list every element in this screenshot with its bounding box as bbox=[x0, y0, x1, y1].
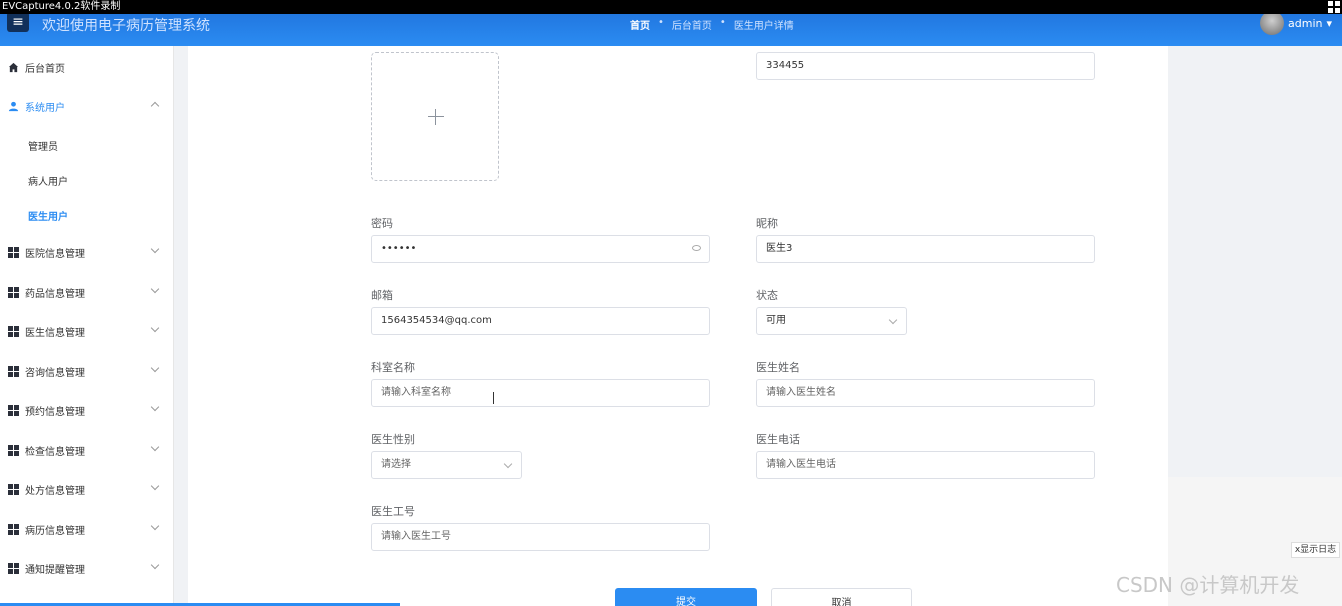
breadcrumb-doctor-detail[interactable]: 医生用户详情 bbox=[734, 17, 794, 32]
submit-button[interactable]: 提交 bbox=[615, 588, 757, 606]
chevron-down-icon bbox=[150, 363, 160, 373]
user-icon bbox=[8, 101, 19, 111]
sidebar-item-appointments[interactable]: 预约信息管理 bbox=[0, 396, 174, 424]
avatar[interactable] bbox=[1260, 11, 1284, 35]
breadcrumb-home[interactable]: 首页 bbox=[630, 17, 650, 32]
sidebar-item-notifications[interactable]: 通知提醒管理 bbox=[0, 554, 174, 582]
user-menu[interactable]: admin ▾ bbox=[1260, 11, 1332, 35]
password-field[interactable]: •••••• bbox=[371, 235, 710, 263]
chevron-down-icon bbox=[150, 442, 160, 452]
email-field[interactable]: 1564354534@qq.com bbox=[371, 307, 710, 335]
job-no-input[interactable]: 请输入医生工号 bbox=[371, 523, 710, 551]
grid-icon bbox=[8, 523, 19, 535]
sidebar-item-consult[interactable]: 咨询信息管理 bbox=[0, 357, 174, 385]
grid-icon bbox=[8, 483, 19, 495]
recorder-label: EVCapture4.0.2软件录制 bbox=[0, 0, 1342, 14]
chevron-down-icon bbox=[888, 315, 898, 325]
breadcrumb: 首页 • 后台首页 • 医生用户详情 bbox=[630, 17, 794, 32]
grid-icon bbox=[8, 325, 19, 337]
grid-icon bbox=[8, 365, 19, 377]
breadcrumb-dashboard[interactable]: 后台首页 bbox=[672, 17, 712, 32]
status-label: 状态 bbox=[756, 289, 778, 302]
eye-icon[interactable] bbox=[692, 245, 701, 251]
sidebar-item-hospital[interactable]: 医院信息管理 bbox=[0, 238, 174, 266]
chevron-down-icon bbox=[150, 560, 160, 570]
dept-input[interactable]: 请输入科室名称 bbox=[371, 379, 710, 407]
csdn-watermark: CSDN @计算机开发 bbox=[1116, 573, 1300, 597]
text-cursor-icon bbox=[493, 392, 499, 404]
password-label: 密码 bbox=[371, 217, 393, 230]
plus-icon bbox=[428, 109, 444, 125]
phone-input[interactable]: 请输入医生电话 bbox=[756, 451, 1095, 479]
gender-label: 医生性别 bbox=[371, 433, 415, 446]
doctor-name-label: 医生姓名 bbox=[756, 361, 800, 374]
menu-toggle-button[interactable]: ≡ bbox=[7, 12, 29, 32]
chevron-down-icon bbox=[150, 402, 160, 412]
sidebar-sub-admin[interactable]: 管理员 bbox=[28, 138, 58, 153]
username-field[interactable]: 334455 bbox=[756, 52, 1095, 80]
sidebar-item-dashboard[interactable]: 后台首页 bbox=[0, 53, 174, 81]
grid-icon bbox=[8, 404, 19, 416]
chevron-down-icon bbox=[150, 481, 160, 491]
sidebar-sub-patient-users[interactable]: 病人用户 bbox=[28, 173, 68, 188]
system-title: 欢迎使用电子病历管理系统 bbox=[42, 18, 210, 34]
grid-icon bbox=[8, 562, 19, 574]
chevron-down-icon bbox=[150, 244, 160, 254]
recorder-grid-icon[interactable] bbox=[1328, 1, 1340, 13]
sidebar-item-prescriptions[interactable]: 处方信息管理 bbox=[0, 475, 174, 503]
caret-down-icon: ▾ bbox=[1326, 16, 1332, 30]
home-icon bbox=[8, 62, 19, 72]
nickname-label: 昵称 bbox=[756, 217, 778, 230]
cancel-button[interactable]: 取消 bbox=[771, 588, 912, 606]
doctor-detail-form: 334455 密码 •••••• 昵称 医生3 邮箱 1564354534@qq… bbox=[188, 46, 1168, 606]
gender-select[interactable]: 请选择 bbox=[371, 451, 522, 479]
email-label: 邮箱 bbox=[371, 289, 393, 302]
chevron-down-icon bbox=[150, 284, 160, 294]
dept-label: 科室名称 bbox=[371, 361, 415, 374]
avatar-upload[interactable] bbox=[371, 52, 499, 181]
show-log-button[interactable]: x显示日志 bbox=[1291, 542, 1340, 558]
sidebar-item-exams[interactable]: 检查信息管理 bbox=[0, 436, 174, 464]
grid-icon bbox=[8, 286, 19, 298]
breadcrumb-separator: • bbox=[658, 17, 664, 28]
sidebar-sub-doctor-users[interactable]: 医生用户 bbox=[28, 208, 68, 223]
chevron-down-icon bbox=[150, 323, 160, 333]
breadcrumb-separator: • bbox=[719, 17, 726, 28]
chevron-down-icon bbox=[503, 459, 513, 469]
sidebar-item-system-users[interactable]: 系统用户 bbox=[0, 92, 174, 120]
status-select[interactable]: 可用 bbox=[756, 307, 907, 335]
phone-label: 医生电话 bbox=[756, 433, 800, 446]
sidebar-item-drugs[interactable]: 药品信息管理 bbox=[0, 278, 174, 306]
doctor-name-input[interactable]: 请输入医生姓名 bbox=[756, 379, 1095, 407]
sidebar-item-records[interactable]: 病历信息管理 bbox=[0, 515, 174, 543]
sidebar: 后台首页 系统用户 管理员 病人用户 医生用户 医院信息管理 药品信息管理 医生… bbox=[0, 46, 174, 606]
nickname-field[interactable]: 医生3 bbox=[756, 235, 1095, 263]
sidebar-item-doctors[interactable]: 医生信息管理 bbox=[0, 317, 174, 345]
user-name[interactable]: admin bbox=[1288, 17, 1322, 30]
chevron-down-icon bbox=[150, 521, 160, 531]
grid-icon bbox=[8, 444, 19, 456]
chevron-up-icon bbox=[150, 101, 160, 111]
job-no-label: 医生工号 bbox=[371, 505, 415, 518]
grid-icon bbox=[8, 246, 19, 258]
